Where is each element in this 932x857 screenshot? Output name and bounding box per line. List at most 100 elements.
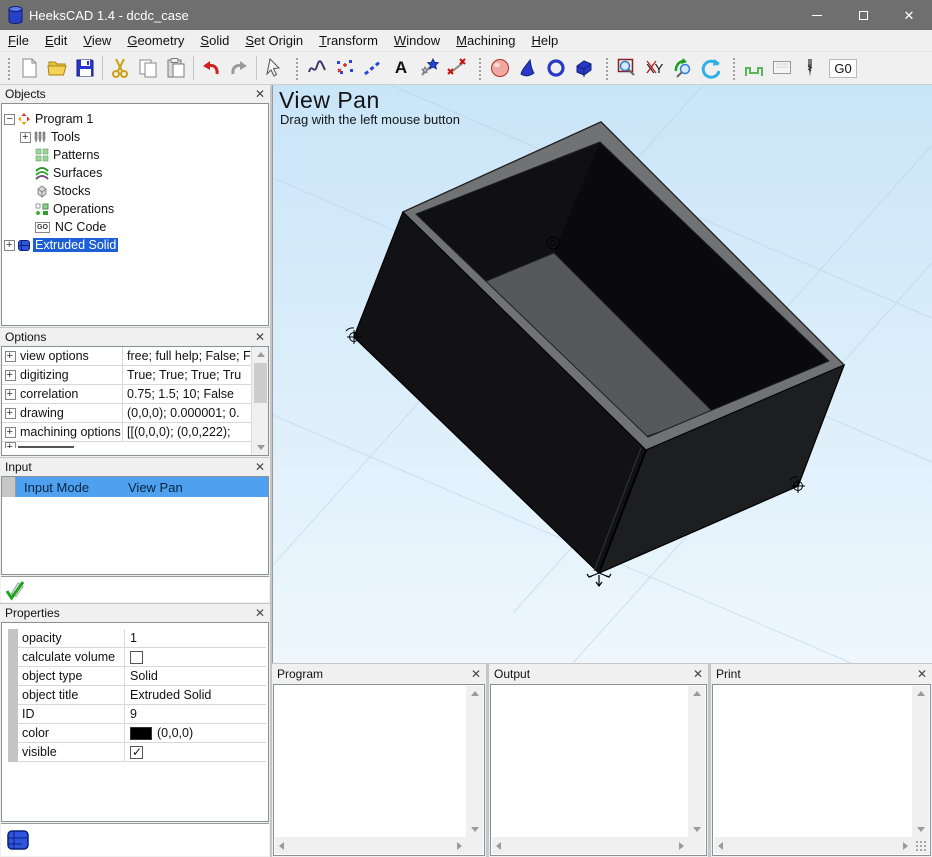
checkbox-checked[interactable] [130,746,143,759]
close-icon[interactable]: ✕ [917,668,927,680]
scroll-down-icon[interactable] [252,440,269,455]
expand-icon[interactable] [5,408,16,419]
tree-item-label[interactable]: NC Code [53,220,108,234]
paste-button[interactable] [162,54,190,82]
viewport-3d[interactable]: View Pan Drag with the left mouse button [272,85,932,663]
print-text-area[interactable] [712,684,931,856]
option-row-drawing[interactable]: drawing (0,0,0); 0.000001; 0. [2,404,251,423]
expand-icon[interactable] [4,240,15,251]
new-file-button[interactable] [15,54,43,82]
expand-icon[interactable] [5,370,16,381]
tree-item-program[interactable]: Program 1 [2,110,268,128]
horizontal-scrollbar[interactable] [492,837,688,854]
options-scrollbar[interactable] [251,347,268,455]
expand-icon[interactable] [20,132,31,143]
tree-item-surfaces[interactable]: Surfaces [2,164,268,182]
menu-set-origin[interactable]: Set Origin [237,33,311,48]
tree-item-tools[interactable]: Tools [2,128,268,146]
scroll-up-icon[interactable] [912,686,929,701]
vertical-scrollbar[interactable] [466,686,483,837]
solid-cube-icon[interactable] [6,828,30,852]
tree-item-label[interactable]: Surfaces [51,166,104,180]
property-row-object-title[interactable]: object title Extruded Solid [18,686,266,705]
property-row-calculate-volume[interactable]: calculate volume [18,648,266,667]
tree-item-extruded-solid[interactable]: Extruded Solid [2,236,268,254]
toolbar-grip[interactable] [294,56,299,80]
option-row-digitizing[interactable]: digitizing True; True; True; Tru [2,366,251,385]
delete-line-button[interactable] [443,54,471,82]
profile-operation-button[interactable] [740,54,768,82]
menu-help[interactable]: Help [523,33,566,48]
property-value[interactable]: Solid [124,667,266,685]
close-icon[interactable]: ✕ [255,607,265,619]
toolbar-grip[interactable] [477,56,482,80]
expand-icon[interactable] [5,442,16,448]
scroll-down-icon[interactable] [912,822,929,837]
dashed-line-button[interactable] [359,54,387,82]
option-value[interactable]: 0.75; 1.5; 10; False [122,385,251,403]
tree-item-nc-code[interactable]: GO NC Code [2,218,268,236]
option-value[interactable]: (0,0,0); 0.000001; 0. [122,404,251,422]
open-file-button[interactable] [43,54,71,82]
close-icon[interactable]: ✕ [255,88,265,100]
property-row-opacity[interactable]: opacity 1 [18,629,266,648]
menu-solid[interactable]: Solid [192,33,237,48]
redraw-button[interactable] [697,54,725,82]
property-row-id[interactable]: ID 9 [18,705,266,724]
menu-transform[interactable]: Transform [311,33,386,48]
save-button[interactable] [71,54,99,82]
expand-icon[interactable] [5,427,16,438]
property-row-visible[interactable]: visible [18,743,266,762]
option-row-machining-options[interactable]: machining options [[(0,0,0); (0,0,222); [2,423,251,442]
property-value[interactable]: (0,0,0) [124,724,266,742]
tree-item-label[interactable]: Stocks [51,184,93,198]
scrollbar-thumb[interactable] [254,363,267,403]
select-mode-button[interactable] [260,54,288,82]
extrude-button[interactable] [570,54,598,82]
tree-item-label[interactable]: Tools [49,130,82,144]
cone-button[interactable] [514,54,542,82]
property-value[interactable]: 1 [124,629,266,647]
undo-button[interactable] [197,54,225,82]
option-value[interactable]: free; full help; False; F [122,347,251,365]
property-row-color[interactable]: color (0,0,0) [18,724,266,743]
resize-grip[interactable] [915,840,927,852]
input-mode-row[interactable]: Input Mode View Pan [2,477,268,497]
horizontal-scrollbar[interactable] [714,837,912,854]
toolbar-grip[interactable] [731,56,736,80]
sketch-button[interactable] [303,54,331,82]
close-icon[interactable]: ✕ [255,331,265,343]
toolbar-grip[interactable] [6,56,11,80]
close-icon[interactable]: ✕ [255,461,265,473]
minimize-button[interactable] [794,0,840,30]
close-button[interactable]: ✕ [886,0,932,30]
points-button[interactable] [331,54,359,82]
program-text-area[interactable] [273,684,485,856]
zoom-extents-button[interactable] [669,54,697,82]
scroll-up-icon[interactable] [466,686,483,701]
tree-item-label-selected[interactable]: Extruded Solid [33,238,118,252]
option-row-view-options[interactable]: view options free; full help; False; F [2,347,251,366]
menu-file[interactable]: File [0,33,37,48]
xy-plane-button[interactable]: XY [641,54,669,82]
torus-button[interactable] [542,54,570,82]
sphere-button[interactable] [486,54,514,82]
checkbox-unchecked[interactable] [130,651,143,664]
dimension-button[interactable] [415,54,443,82]
menu-geometry[interactable]: Geometry [119,33,192,48]
toolbar-grip[interactable] [604,56,609,80]
tree-item-label[interactable]: Program 1 [33,112,95,126]
tree-item-patterns[interactable]: Patterns [2,146,268,164]
vertical-scrollbar[interactable] [688,686,705,837]
color-swatch[interactable] [130,727,152,740]
option-value[interactable]: True; True; True; Tru [122,366,251,384]
property-row-object-type[interactable]: object type Solid [18,667,266,686]
viewport-canvas[interactable] [273,85,932,663]
collapse-icon[interactable] [4,114,15,125]
horizontal-scrollbar[interactable] [275,837,466,854]
menu-view[interactable]: View [75,33,119,48]
text-button[interactable]: A [387,54,415,82]
vertical-scrollbar[interactable] [912,686,929,837]
pocket-operation-button[interactable] [768,54,796,82]
drill-operation-button[interactable] [796,54,824,82]
